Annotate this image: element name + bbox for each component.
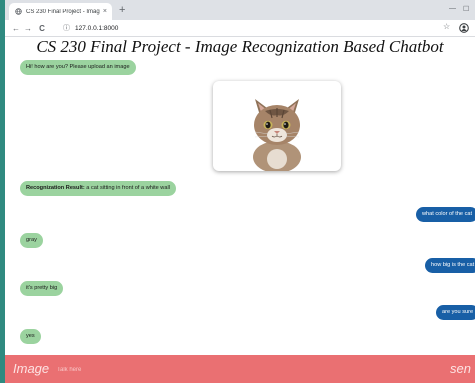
maximize-icon[interactable]: ☐ (463, 5, 469, 13)
bot-message: gray (20, 233, 43, 248)
tab-strip: CS 230 Final Project - Imag × + — ☐ (5, 0, 475, 20)
url-text: 127.0.0.1:8000 (75, 24, 119, 32)
page-title: CS 230 Final Project - Image Recognizati… (36, 37, 444, 56)
user-message: what color of the cat (416, 207, 475, 222)
browser-tab[interactable]: CS 230 Final Project - Imag × (9, 3, 112, 20)
back-button[interactable]: ← (11, 24, 21, 33)
recognition-text: a cat sitting in front of a white wall (84, 185, 170, 191)
account-icon[interactable] (459, 23, 469, 33)
close-tab-icon[interactable]: × (103, 8, 107, 15)
chat-input-bar: Image sen (5, 355, 475, 383)
send-button[interactable]: sen (450, 361, 471, 376)
browser-window: CS 230 Final Project - Imag × + — ☐ ← → … (5, 0, 475, 383)
bookmark-star-icon[interactable]: ☆ (443, 22, 450, 31)
user-message: how big is the cat (425, 258, 475, 273)
recognition-result-message: Recognization Result: a cat sitting in f… (20, 181, 176, 196)
new-tab-button[interactable]: + (119, 4, 125, 16)
browser-toolbar: ← → C ⓘ 127.0.0.1:8000 ☆ (5, 20, 475, 37)
tab-title: CS 230 Final Project - Imag (26, 8, 100, 15)
cat-photo (253, 99, 301, 173)
globe-icon (15, 8, 22, 15)
reload-button[interactable]: C (37, 24, 47, 33)
bot-message: Hi! how are you? Please upload an image (20, 60, 136, 75)
message-input[interactable] (55, 363, 389, 377)
address-bar[interactable]: ⓘ 127.0.0.1:8000 (63, 22, 118, 34)
minimize-icon[interactable]: — (449, 5, 456, 12)
recognition-label: Recognization Result: (26, 185, 85, 191)
user-message: are you sure (436, 305, 475, 320)
bot-message: it's pretty big (20, 281, 64, 296)
bot-message: yes (20, 329, 41, 344)
info-icon[interactable]: ⓘ (63, 23, 70, 33)
forward-button[interactable]: → (23, 24, 33, 33)
chat-page: CS 230 Final Project - Image Recognizati… (5, 37, 475, 383)
image-upload-button[interactable]: Image (13, 361, 49, 376)
uploaded-image (213, 81, 341, 173)
